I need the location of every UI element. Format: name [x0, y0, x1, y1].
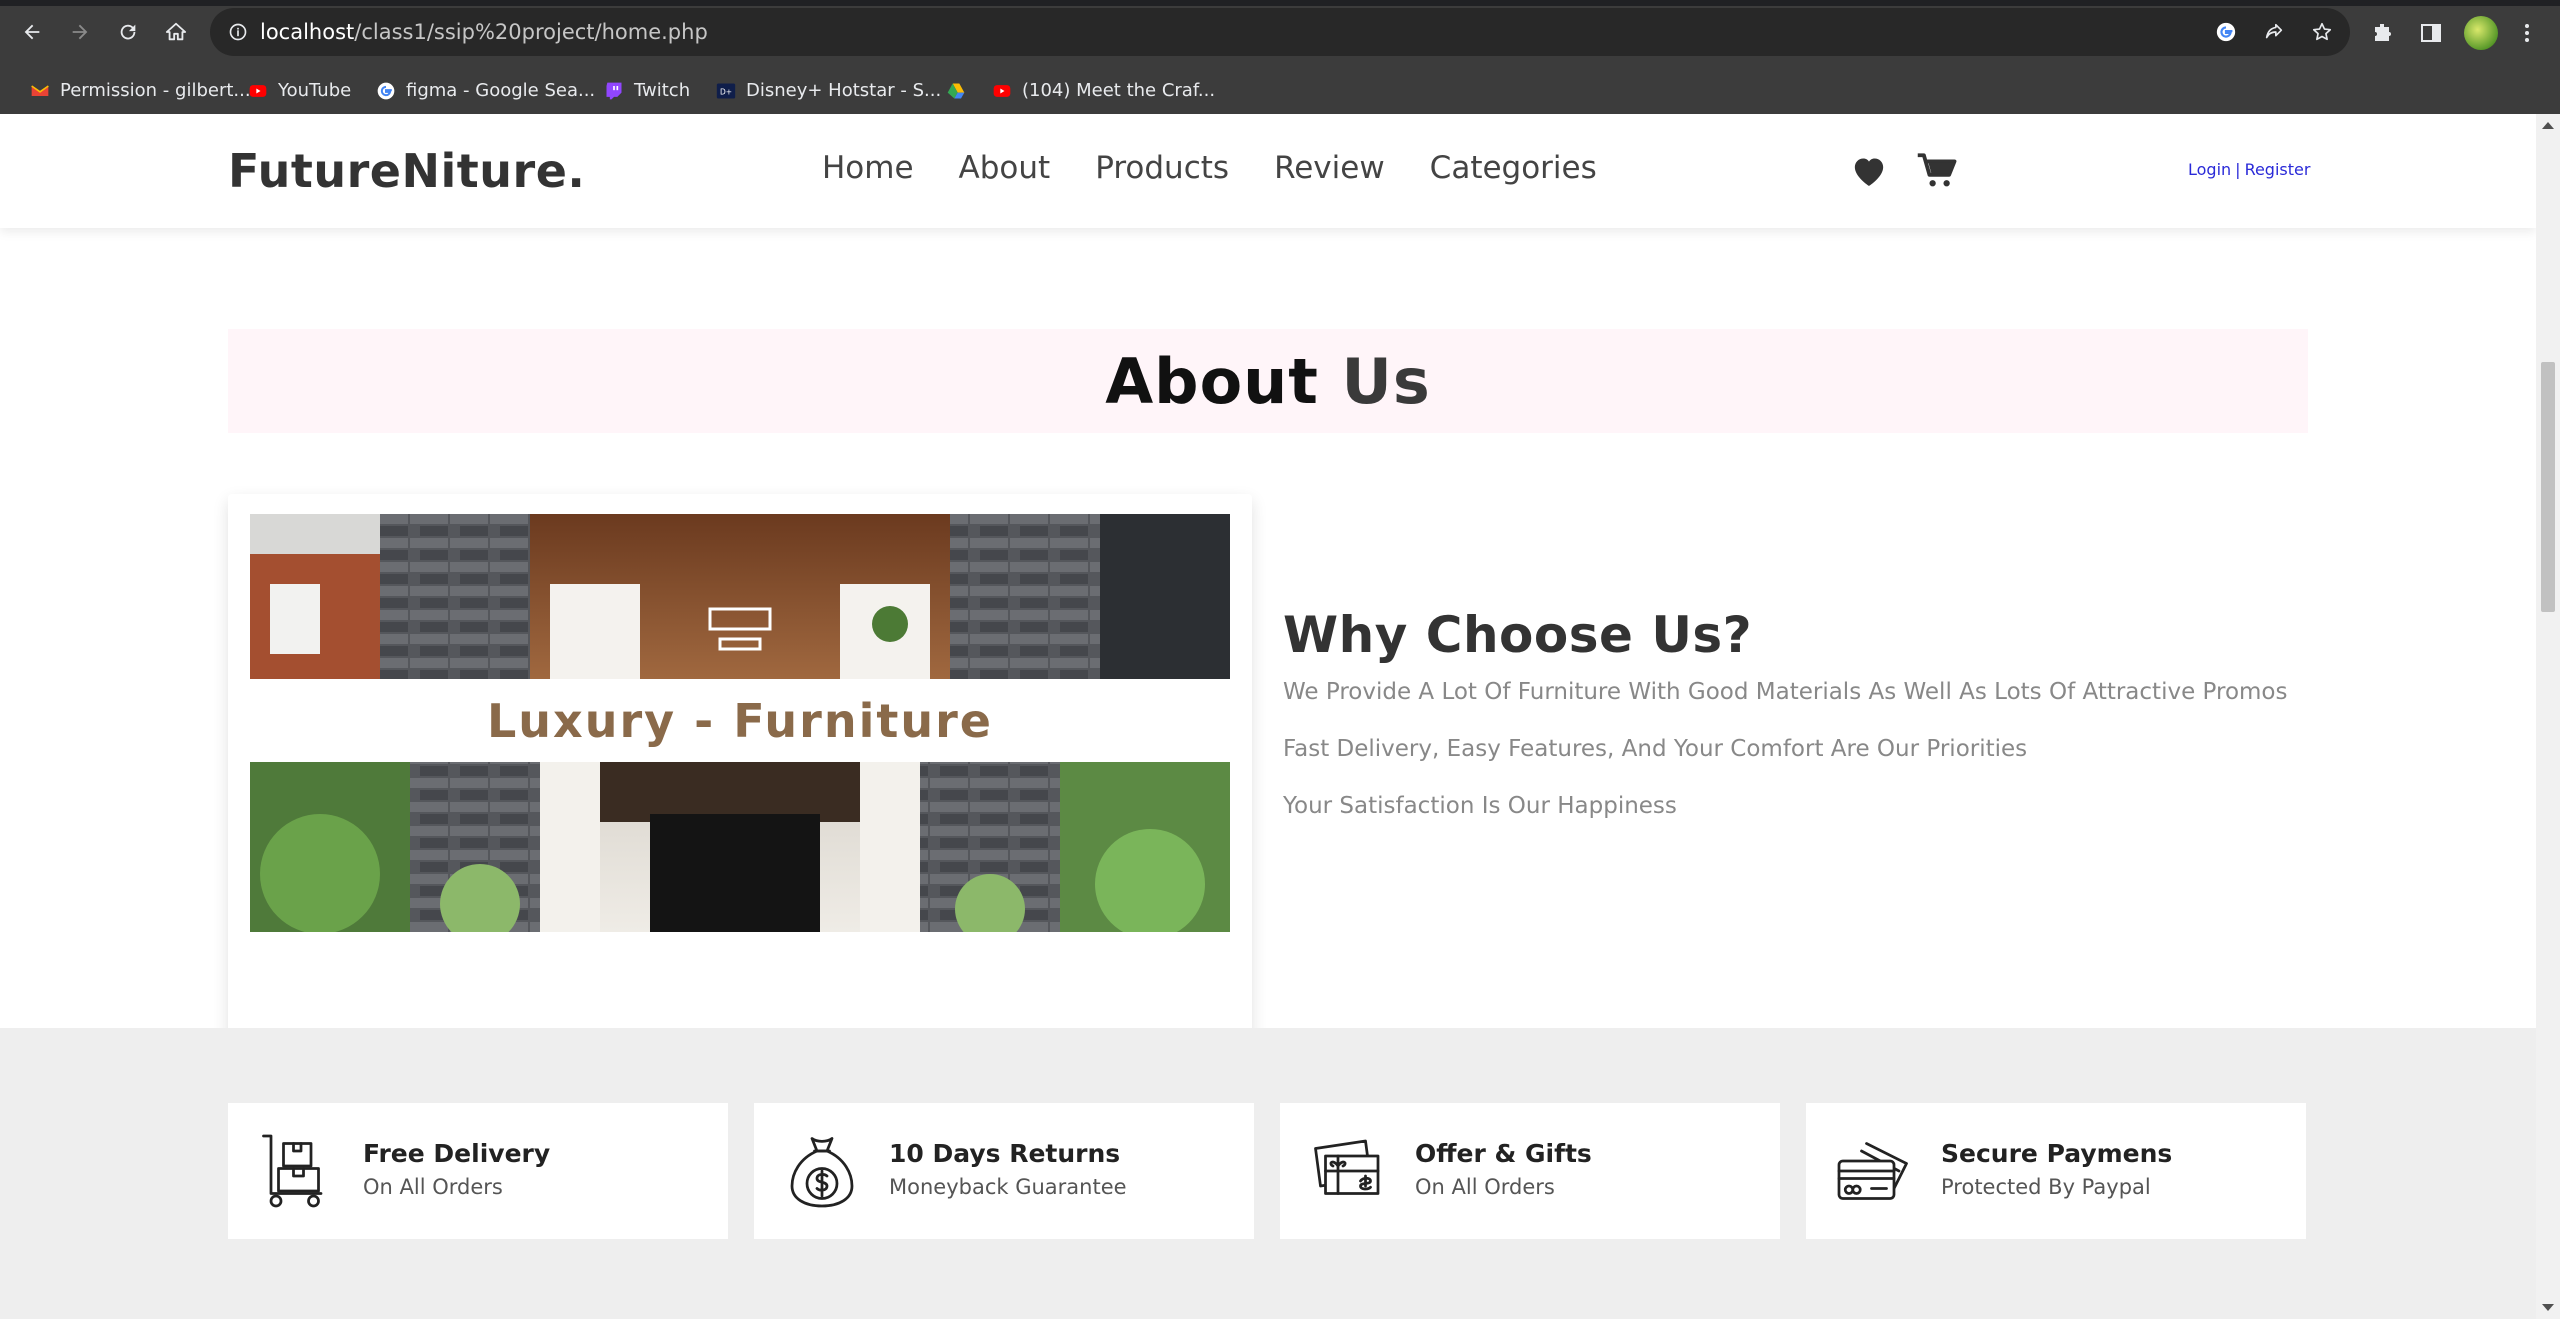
profile-avatar[interactable]: [2464, 16, 2498, 50]
bookmark-label: YouTube: [278, 80, 352, 101]
side-panel-icon[interactable]: [2416, 18, 2446, 48]
feature-title: 10 Days Returns: [889, 1139, 1121, 1168]
bookmark-item[interactable]: Permission - gilbert...: [30, 67, 251, 114]
bookmark-star-icon[interactable]: [2310, 20, 2334, 44]
image-caption: Luxury - Furniture: [487, 694, 993, 748]
url-path: /class1/ssip%20project/home.php: [354, 20, 708, 44]
twitch-icon: [604, 81, 624, 101]
scrollbar-thumb[interactable]: [2541, 362, 2555, 612]
home-button[interactable]: [156, 14, 196, 50]
feature-title: Free Delivery: [363, 1139, 551, 1168]
bookmark-item[interactable]: [946, 67, 966, 114]
why-paragraph: We Provide A Lot Of Furniture With Good …: [1283, 679, 2288, 705]
tab-strip: [0, 0, 2560, 6]
hotstar-icon: D+: [716, 81, 736, 101]
forward-button[interactable]: [60, 14, 100, 50]
scroll-up-arrow-icon[interactable]: [2542, 122, 2554, 129]
arrow-right-icon: [72, 24, 88, 40]
site-logo[interactable]: FutureNiture.: [228, 144, 585, 198]
bookmark-label: (104) Meet the Craf...: [1022, 80, 1216, 101]
google-drive-icon: [946, 81, 966, 101]
site-header: FutureNiture. Home About Products Review…: [0, 114, 2536, 228]
reload-icon: [120, 24, 136, 40]
about-heading-band: About Us: [228, 329, 2308, 433]
heart-icon[interactable]: [1846, 148, 1892, 194]
about-heading-word: About: [1105, 344, 1319, 418]
feature-subtitle: Protected By Paypal: [1941, 1175, 2151, 1199]
bookmark-item[interactable]: (104) Meet the Craf...: [992, 67, 1215, 114]
url-text[interactable]: localhost/class1/ssip%20project/home.php: [260, 8, 708, 56]
feature-title: Secure Paymens: [1941, 1139, 2173, 1168]
nav-home[interactable]: Home: [822, 150, 914, 186]
nav-about[interactable]: About: [959, 150, 1051, 186]
feature-card: Free Delivery On All Orders: [228, 1103, 728, 1239]
svg-text:D+: D+: [720, 87, 732, 96]
extensions-icon[interactable]: [2368, 18, 2398, 48]
why-title: Why Choose Us?: [1283, 606, 1753, 664]
google-lens-icon[interactable]: [2214, 20, 2238, 44]
why-paragraph: Your Satisfaction Is Our Happiness: [1283, 793, 1677, 819]
login-link[interactable]: Login: [2188, 160, 2231, 179]
site-info-icon[interactable]: [226, 20, 250, 44]
youtube-icon: [248, 81, 268, 101]
kebab-menu-icon[interactable]: [2512, 18, 2542, 48]
delivery-trolley-icon: [256, 1131, 336, 1211]
about-image-card: Luxury - Furniture: [228, 494, 1252, 1064]
feature-card: Secure Paymens Protected By Paypal: [1806, 1103, 2306, 1239]
bookmark-item[interactable]: figma - Google Sea...: [376, 67, 595, 114]
back-button[interactable]: [12, 14, 52, 50]
feature-card: Offer & Gifts On All Orders: [1280, 1103, 1780, 1239]
credit-card-icon: [1834, 1131, 1914, 1211]
nav-categories[interactable]: Categories: [1430, 150, 1597, 186]
money-bag-icon: [782, 1131, 862, 1211]
about-heading: About Us: [1105, 345, 1431, 418]
feature-title: Offer & Gifts: [1415, 1139, 1592, 1168]
features-band: Free Delivery On All Orders 10 Days Retu…: [0, 1028, 2536, 1319]
why-choose-us: Why Choose Us? We Provide A Lot Of Furni…: [1283, 606, 2383, 851]
feature-subtitle: On All Orders: [1415, 1175, 1555, 1199]
bookmark-label: figma - Google Sea...: [406, 80, 596, 101]
nav-products[interactable]: Products: [1095, 150, 1229, 186]
home-icon: [165, 22, 187, 41]
about-heading-word: Us: [1341, 344, 1431, 418]
bookmark-item[interactable]: D+ Disney+ Hotstar - S...: [716, 67, 941, 114]
register-link[interactable]: Register: [2245, 160, 2311, 179]
gmail-icon: [30, 81, 50, 101]
feature-subtitle: Moneyback Guarantee: [889, 1175, 1127, 1199]
bookmark-label: Permission - gilbert...: [60, 80, 251, 101]
auth-links: Login | Register: [2188, 160, 2310, 179]
scroll-down-arrow-icon[interactable]: [2542, 1304, 2554, 1311]
feature-card: 10 Days Returns Moneyback Guarantee: [754, 1103, 1254, 1239]
address-bar[interactable]: localhost/class1/ssip%20project/home.php: [210, 8, 2350, 56]
bookmarks-bar: Permission - gilbert... YouTube figma - …: [0, 67, 2560, 115]
page-viewport: FutureNiture. Home About Products Review…: [0, 114, 2536, 1319]
page-scrollbar[interactable]: [2536, 114, 2560, 1319]
bookmark-item[interactable]: Twitch: [604, 67, 690, 114]
bookmark-item[interactable]: YouTube: [248, 67, 351, 114]
google-icon: [376, 81, 396, 101]
arrow-left-icon: [24, 24, 40, 40]
bookmark-label: Twitch: [634, 80, 691, 101]
nav-review[interactable]: Review: [1274, 150, 1385, 186]
reload-button[interactable]: [108, 14, 148, 50]
youtube-icon: [992, 81, 1012, 101]
browser-toolbar: localhost/class1/ssip%20project/home.php: [0, 0, 2560, 67]
why-paragraph: Fast Delivery, Easy Features, And Your C…: [1283, 736, 2028, 762]
url-host: localhost: [260, 20, 355, 44]
gift-card-icon: [1308, 1131, 1388, 1211]
cart-icon[interactable]: [1914, 148, 1960, 194]
bookmark-label: Disney+ Hotstar - S...: [746, 80, 942, 101]
auth-separator: |: [2235, 160, 2241, 179]
main-nav: Home About Products Review Categories: [822, 150, 1597, 186]
share-icon[interactable]: [2262, 20, 2286, 44]
feature-subtitle: On All Orders: [363, 1175, 503, 1199]
